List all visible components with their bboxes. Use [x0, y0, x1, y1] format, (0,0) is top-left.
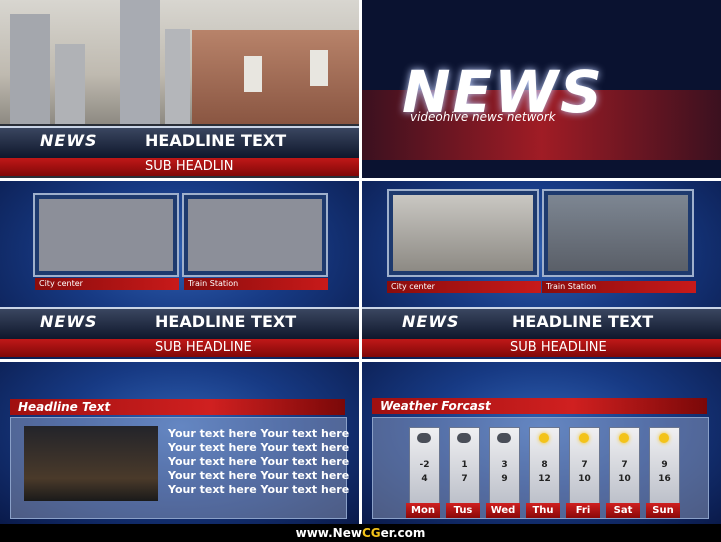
panel-city-headline: NEWS HEADLINE TEXT SUB HEADLIN: [0, 0, 359, 178]
city-scene-image: [0, 0, 359, 124]
weather-day-label: Sun: [646, 503, 680, 518]
cloud-icon: [457, 433, 471, 443]
headline-text: HEADLINE TEXT: [155, 312, 297, 331]
caption-train: Train Station: [542, 281, 696, 293]
sun-cloud-icon: [579, 433, 589, 443]
story-line: Your text here Your text here: [168, 483, 350, 496]
frame-right: [182, 193, 328, 277]
caption-city: City center: [387, 281, 541, 293]
weather-day-label: Wed: [486, 503, 520, 518]
caption-right: Train Station: [184, 278, 328, 290]
headline-bar: NEWS HEADLINE TEXT: [0, 126, 359, 160]
news-logo: NEWS: [40, 131, 98, 150]
story-image: [24, 426, 158, 501]
weather-day-label: Mon: [406, 503, 440, 518]
weather-title: Weather Forcast: [372, 398, 707, 414]
weather-day-label: Sat: [606, 503, 640, 518]
subheadline-bar: SUB HEADLINE: [0, 339, 359, 357]
subheadline-text: SUB HEADLINE: [155, 340, 252, 355]
headline-bar: NEWS HEADLINE TEXT: [0, 307, 359, 341]
headline-text: HEADLINE TEXT: [145, 131, 287, 150]
weather-col-thu: 8 12: [529, 427, 560, 511]
mall-building: [192, 30, 359, 124]
weather-col-mon: -2 4: [409, 427, 440, 511]
footer-watermark: www.NewCGer.com: [0, 524, 721, 542]
weather-col-sat: 7 10: [609, 427, 640, 511]
sun-icon: [659, 433, 669, 443]
panel-text-story: Headline Text Your text here Your text h…: [0, 362, 359, 524]
subheadline-bar: SUB HEADLIN: [0, 158, 359, 176]
story-line: Your text here Your text here: [168, 427, 350, 440]
news-logo: NEWS: [40, 312, 98, 331]
sun-cloud-icon: [619, 433, 629, 443]
story-title: Headline Text: [10, 399, 345, 415]
caption-left: City center: [35, 278, 179, 290]
headline-bar: NEWS HEADLINE TEXT: [362, 307, 721, 341]
cloud-icon: [497, 433, 511, 443]
weather-day-label: Fri: [566, 503, 600, 518]
story-line: Your text here Your text here: [168, 441, 350, 454]
weather-col-fri: 7 10: [569, 427, 600, 511]
frame-train: [542, 189, 694, 277]
panel-empty-frames: City center Train Station NEWS HEADLINE …: [0, 181, 359, 359]
headline-text: HEADLINE TEXT: [512, 312, 654, 331]
frame-city: [387, 189, 539, 277]
panel-weather: Weather Forcast -2 4 Mon 1 7 Tus 3 9 Wed…: [362, 362, 721, 524]
weather-day-label: Tus: [446, 503, 480, 518]
weather-col-sun: 9 16: [649, 427, 680, 511]
subheadline-bar: SUB HEADLINE: [362, 339, 721, 357]
weather-col-tus: 1 7: [449, 427, 480, 511]
frame-left: [33, 193, 179, 277]
weather-col-wed: 3 9: [489, 427, 520, 511]
tagline: videohive news network: [410, 110, 556, 124]
panel-filled-frames: City center Train Station NEWS HEADLINE …: [362, 181, 721, 359]
story-line: Your text here Your text here: [168, 469, 350, 482]
sun-icon: [539, 433, 549, 443]
news-logo: NEWS: [402, 312, 460, 331]
cloud-icon: [417, 433, 431, 443]
subheadline-text: SUB HEADLINE: [510, 340, 607, 355]
panel-news-logo: NEWS videohive news network: [362, 0, 721, 178]
story-line: Your text here Your text here: [168, 455, 350, 468]
subheadline-text: SUB HEADLIN: [145, 159, 234, 174]
weather-day-label: Thu: [526, 503, 560, 518]
